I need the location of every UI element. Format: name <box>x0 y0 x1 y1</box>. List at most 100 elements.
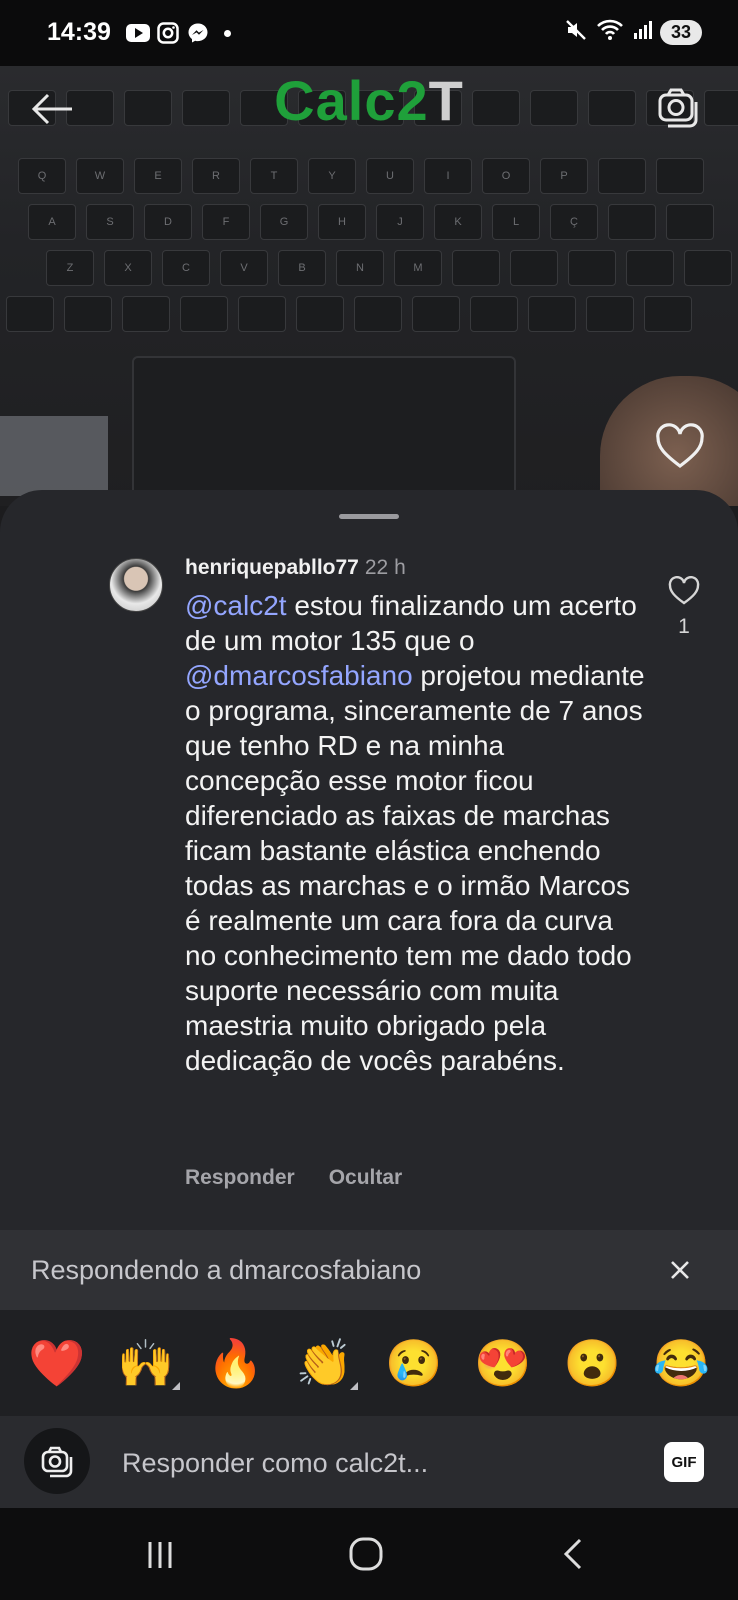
keyboard-key: X <box>104 250 152 286</box>
brand-logo: Calc2T <box>274 69 464 132</box>
emoji-surprised[interactable]: 😮 <box>562 1340 622 1386</box>
keyboard-key: H <box>318 204 366 240</box>
skin-tone-indicator <box>350 1382 359 1390</box>
keyboard-key <box>6 296 54 332</box>
keyboard-key <box>568 250 616 286</box>
keyboard-key: S <box>86 204 134 240</box>
emoji-raised-hands[interactable]: 🙌 <box>116 1340 180 1390</box>
laptop-touchpad <box>132 356 516 500</box>
status-time: 14:39 <box>47 18 111 46</box>
comment-header: henriquepabllo77 22 h <box>185 556 406 580</box>
comment-like-count: 1 <box>678 615 690 638</box>
replying-to-text: Respondendo a dmarcosfabiano <box>31 1254 422 1285</box>
camera-icon[interactable] <box>654 84 700 130</box>
signal-icon <box>632 20 652 45</box>
emoji-fire[interactable]: 🔥 <box>205 1340 265 1386</box>
mute-icon <box>564 18 588 47</box>
keyboard-row-2: ASDFGHJKLÇ <box>28 204 714 240</box>
emoji-clap[interactable]: 👏 <box>294 1340 359 1390</box>
camera-icon <box>41 1446 73 1478</box>
instagram-icon <box>156 21 180 45</box>
keyboard-key <box>238 296 286 332</box>
keyboard-key: J <box>376 204 424 240</box>
replying-to-bar: Respondendo a dmarcosfabiano <box>0 1230 738 1310</box>
emoji-laughing[interactable]: 😂 <box>651 1340 711 1386</box>
keyboard-key <box>510 250 558 286</box>
mention-dmarcosfabiano[interactable]: @dmarcosfabiano <box>185 660 413 691</box>
keyboard-key <box>684 250 732 286</box>
emoji-heart[interactable]: ❤️ <box>27 1340 87 1386</box>
comment-text-part2: projetou mediante o programa, sinceramen… <box>185 660 645 1076</box>
keyboard-key <box>666 204 714 240</box>
keyboard-key: Y <box>308 158 356 194</box>
keyboard-key <box>598 158 646 194</box>
keyboard-key <box>626 250 674 286</box>
keyboard-key <box>296 296 344 332</box>
quick-emoji-row: ❤️ 🙌 🔥 👏 😢 😍 😮 😂 <box>0 1310 738 1416</box>
keyboard-key <box>528 296 576 332</box>
keyboard-row-bottom <box>6 296 692 332</box>
keyboard-key: E <box>134 158 182 194</box>
keyboard-key <box>412 296 460 332</box>
avatar[interactable] <box>109 558 163 612</box>
emoji-heart-eyes[interactable]: 😍 <box>473 1340 533 1386</box>
hide-button[interactable]: Ocultar <box>329 1166 403 1190</box>
paper-card <box>0 416 108 496</box>
notification-dot <box>224 29 231 37</box>
status-bar: 14:39 33 <box>0 0 738 66</box>
recent-apps-icon[interactable] <box>140 1534 180 1574</box>
reply-input[interactable] <box>120 1442 624 1484</box>
keyboard-key <box>656 158 704 194</box>
wifi-icon <box>596 19 624 46</box>
keyboard-key: M <box>394 250 442 286</box>
back-nav-icon[interactable] <box>554 1534 594 1574</box>
keyboard-key: N <box>336 250 384 286</box>
messenger-icon <box>186 21 210 45</box>
keyboard-key <box>470 296 518 332</box>
keyboard-key: W <box>76 158 124 194</box>
keyboard-key <box>64 296 112 332</box>
keyboard-key: O <box>482 158 530 194</box>
comment-like[interactable]: 1 <box>668 575 700 639</box>
like-post-heart-icon[interactable] <box>654 422 706 474</box>
youtube-icon <box>126 21 150 45</box>
comment-actions: Responder Ocultar <box>185 1166 402 1190</box>
keyboard-key <box>122 296 170 332</box>
back-arrow-icon[interactable] <box>30 86 76 132</box>
keyboard-key: U <box>366 158 414 194</box>
skin-tone-indicator <box>171 1382 180 1390</box>
keyboard-key: V <box>220 250 268 286</box>
comment-text: @calc2t estou finalizando um acerto de u… <box>185 588 645 1078</box>
keyboard-key: F <box>202 204 250 240</box>
sheet-drag-handle[interactable] <box>339 514 399 519</box>
system-nav-bar <box>0 1508 738 1600</box>
comment-username[interactable]: henriquepabllo77 <box>185 556 359 579</box>
keyboard-key <box>608 204 656 240</box>
keyboard-key: G <box>260 204 308 240</box>
keyboard-key: C <box>162 250 210 286</box>
keyboard-key <box>180 296 228 332</box>
keyboard-key: K <box>434 204 482 240</box>
close-icon[interactable] <box>666 1256 694 1284</box>
comment-heart-icon[interactable] <box>668 575 700 606</box>
keyboard-key <box>586 296 634 332</box>
gif-button[interactable]: GIF <box>664 1442 704 1482</box>
home-icon[interactable] <box>346 1534 386 1574</box>
keyboard-key <box>452 250 500 286</box>
keyboard-key: A <box>28 204 76 240</box>
keyboard-key: Q <box>18 158 66 194</box>
comment-time: 22 h <box>364 556 406 579</box>
reply-button[interactable]: Responder <box>185 1166 295 1190</box>
keyboard-key: B <box>278 250 326 286</box>
keyboard-key: I <box>424 158 472 194</box>
emoji-crying[interactable]: 😢 <box>384 1340 444 1386</box>
keyboard-row-1: QWERTYUIOP <box>18 158 704 194</box>
mention-calc2t[interactable]: @calc2t <box>185 590 287 621</box>
keyboard-key: Ç <box>550 204 598 240</box>
input-camera-button[interactable] <box>24 1428 90 1494</box>
reply-input-bar: GIF <box>0 1416 738 1508</box>
comments-sheet: henriquepabllo77 22 h @calc2t estou final… <box>0 490 738 1230</box>
keyboard-key: T <box>250 158 298 194</box>
battery-icon: 33 <box>660 20 702 45</box>
keyboard-row-3: ZXCVBNM <box>46 250 732 286</box>
